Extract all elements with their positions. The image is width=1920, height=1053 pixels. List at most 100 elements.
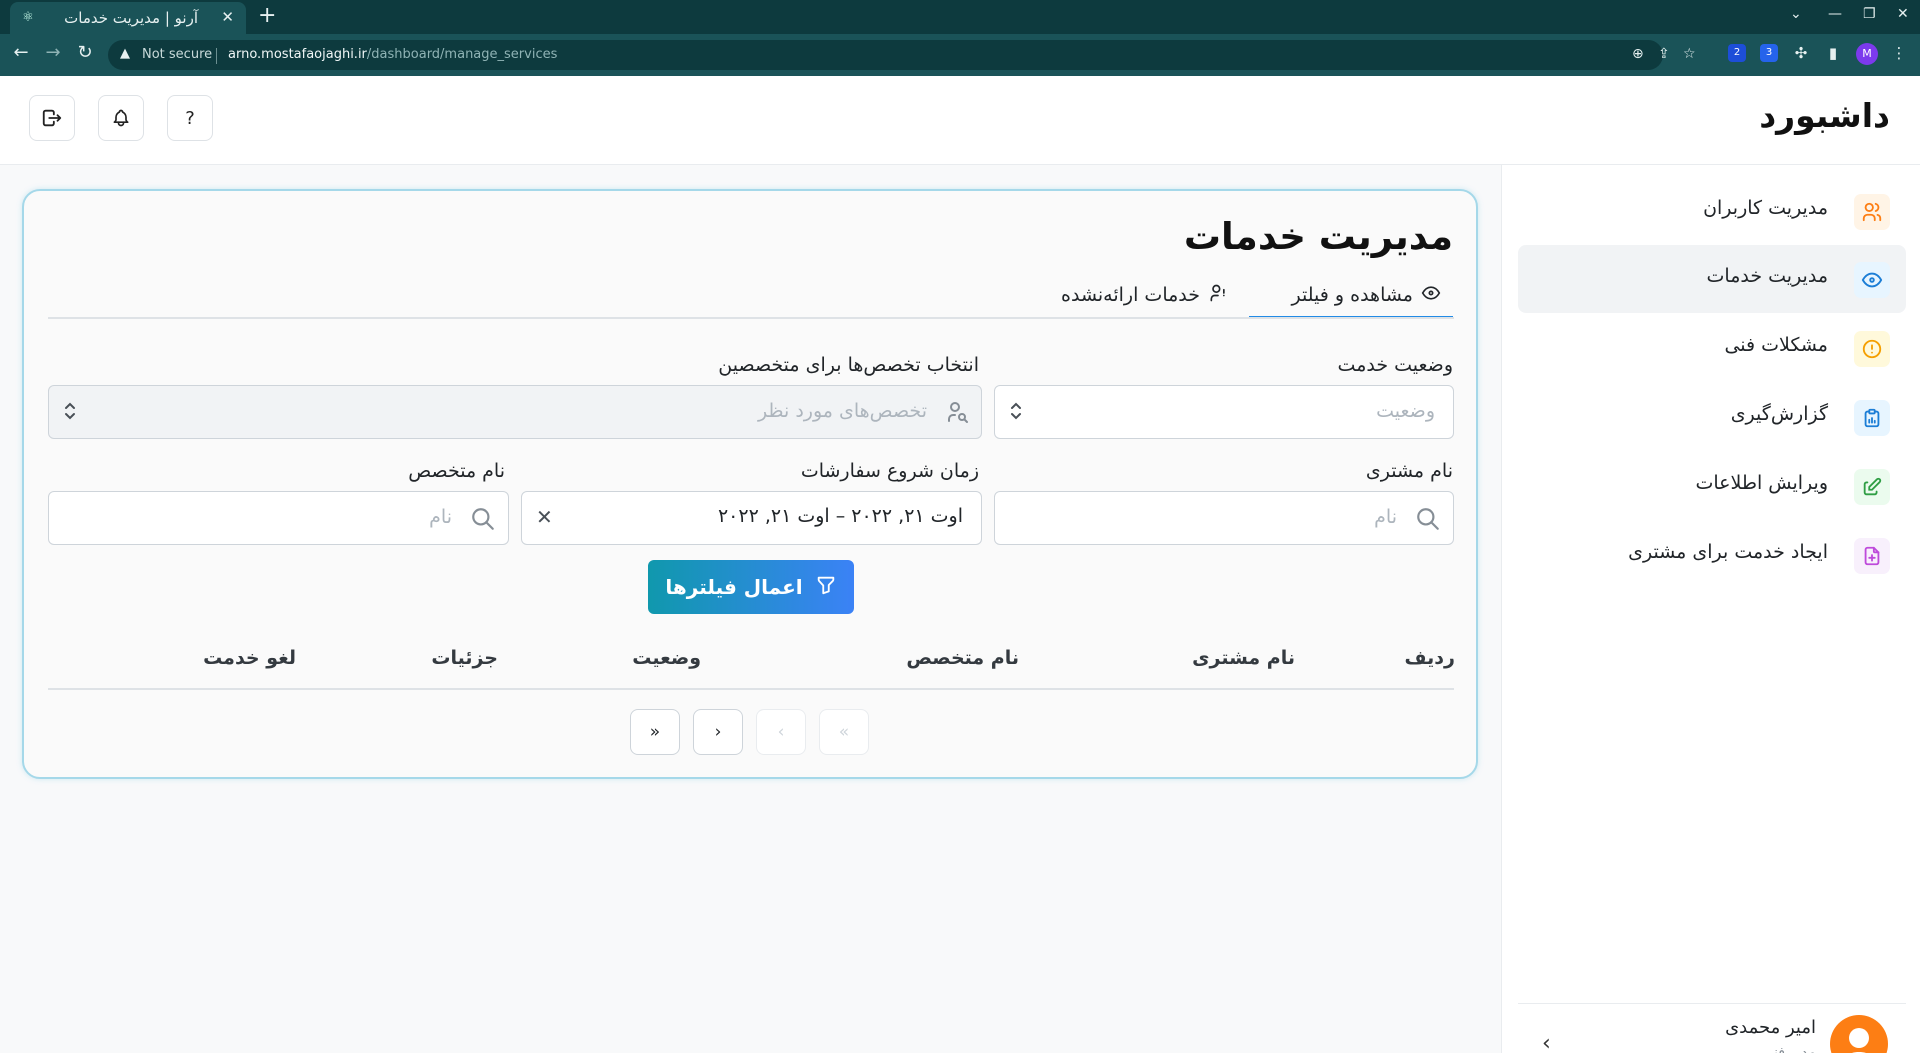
chevron-icon: ‹ bbox=[777, 722, 785, 742]
user-avatar[interactable] bbox=[1830, 1015, 1888, 1053]
url-text: arno.mostafaojaghi.ir/dashboard/manage_s… bbox=[228, 47, 557, 62]
user-off-icon bbox=[1208, 283, 1228, 308]
browser-tab-title: آرنو | مدیریت خدمات bbox=[64, 9, 198, 27]
prev-page-button[interactable]: ‹ bbox=[756, 709, 806, 755]
file-plus-icon bbox=[1854, 538, 1890, 574]
double-chevron-icon: » bbox=[649, 722, 661, 742]
browser-toolbar: ← → ↻ ▲ Not secure arno.mostafaojaghi.ir… bbox=[0, 34, 1920, 76]
question-icon: ? bbox=[185, 107, 195, 129]
tab-label: مشاهده و فیلتر bbox=[1291, 284, 1413, 306]
apply-filters-button[interactable]: اعمال فیلترها bbox=[648, 560, 854, 614]
expert-name-label: نام متخصص bbox=[408, 460, 505, 482]
services-card: مدیریت خدمات مشاهده و فیلتر خدمات ارائه‌… bbox=[22, 189, 1478, 779]
share-icon[interactable]: ⇪ bbox=[1658, 46, 1670, 62]
column-header-customer: نام مشتری bbox=[1192, 647, 1295, 669]
chevron-icon: › bbox=[714, 722, 722, 742]
help-button[interactable]: ? bbox=[167, 95, 213, 141]
tab-label: خدمات ارائه‌نشده bbox=[1061, 284, 1200, 306]
sidebar-item-label: مدیریت خدمات bbox=[1706, 265, 1828, 287]
search-icon bbox=[1415, 506, 1441, 536]
user-name: امیر محمدی bbox=[1725, 1017, 1816, 1038]
sidebar-item-label: گزارش‌گیری bbox=[1730, 403, 1828, 425]
alert-circle-icon bbox=[1854, 331, 1890, 367]
browser-tab[interactable]: ⚛ آرنو | مدیریت خدمات ✕ bbox=[10, 2, 246, 34]
eye-icon bbox=[1854, 262, 1890, 298]
service-status-select[interactable]: وضعیت bbox=[994, 385, 1454, 439]
url-host: arno.mostafaojaghi.ir bbox=[228, 47, 367, 62]
reload-icon[interactable]: ↻ bbox=[73, 42, 97, 64]
customer-name-label: نام مشتری bbox=[1365, 460, 1453, 482]
sidebar-item-services[interactable]: مدیریت خدمات bbox=[1518, 245, 1906, 313]
chevron-left-icon[interactable]: ‹ bbox=[1542, 1031, 1551, 1053]
address-bar[interactable]: ▲ Not secure arno.mostafaojaghi.ir/dashb… bbox=[108, 40, 1696, 70]
first-page-button[interactable]: « bbox=[819, 709, 869, 755]
browser-tab-strip: ⚛ آرنو | مدیریت خدمات ✕ + ⌄ — ❐ ✕ bbox=[0, 0, 1920, 34]
table-header-divider bbox=[48, 688, 1454, 690]
order-start-daterange[interactable]: اوت ۲۱, ۲۰۲۲ – اوت ۲۱, ۲۰۲۲ ✕ bbox=[521, 491, 982, 545]
new-tab-icon[interactable]: + bbox=[258, 4, 276, 28]
minimize-icon[interactable]: — bbox=[1828, 6, 1842, 22]
restore-icon[interactable]: ❐ bbox=[1863, 6, 1876, 22]
zoom-icon[interactable]: ⊕ bbox=[1632, 46, 1644, 62]
column-header-row: ردیف bbox=[1404, 647, 1455, 669]
app-header: داشبورد ? bbox=[0, 76, 1920, 165]
bookmark-star-icon[interactable]: ☆ bbox=[1683, 46, 1696, 62]
customer-name-input[interactable]: نام bbox=[994, 491, 1454, 545]
users-icon bbox=[1854, 194, 1890, 230]
user-search-icon bbox=[945, 400, 969, 428]
column-header-cancel: لغو خدمت bbox=[203, 647, 296, 669]
logout-icon bbox=[42, 109, 62, 127]
order-start-label: زمان شروع سفارشات bbox=[800, 460, 979, 482]
extensions-puzzle-icon[interactable]: ✣ bbox=[1792, 44, 1810, 62]
notifications-button[interactable] bbox=[98, 95, 144, 141]
page-title: مدیریت خدمات bbox=[1183, 215, 1453, 258]
double-chevron-icon: « bbox=[838, 722, 850, 742]
not-secure-label: Not secure bbox=[142, 47, 213, 62]
profile-avatar[interactable]: M bbox=[1856, 43, 1878, 65]
sidebar-item-reports[interactable]: گزارش‌گیری bbox=[1518, 383, 1906, 451]
warning-icon: ▲ bbox=[120, 46, 130, 61]
selector-chevron-icon bbox=[1009, 400, 1023, 426]
forward-icon[interactable]: → bbox=[41, 42, 65, 64]
apply-filters-label: اعمال فیلترها bbox=[665, 575, 803, 599]
selector-chevron-icon bbox=[63, 400, 77, 426]
clear-icon[interactable]: ✕ bbox=[536, 505, 553, 529]
browser-menu-icon[interactable]: ⋮ bbox=[1890, 44, 1908, 62]
app-logo: داشبورد bbox=[1759, 96, 1890, 135]
side-panel-icon[interactable]: ▮ bbox=[1824, 44, 1842, 62]
sidebar: مدیریت کاربران مدیریت خدمات مشکلات فنی گ… bbox=[1501, 165, 1920, 1053]
tabs-divider bbox=[48, 317, 1454, 319]
sidebar-item-create-service[interactable]: ایجاد خدمت برای مشتری bbox=[1518, 521, 1906, 589]
sidebar-item-label: مدیریت کاربران bbox=[1703, 197, 1828, 219]
next-page-button[interactable]: › bbox=[693, 709, 743, 755]
close-window-icon[interactable]: ✕ bbox=[1897, 6, 1909, 22]
tab-view-filter[interactable]: مشاهده و فیلتر bbox=[1249, 275, 1453, 319]
tab-search-icon[interactable]: ⌄ bbox=[1790, 6, 1802, 22]
specialties-select[interactable]: تخصص‌های مورد نظر bbox=[48, 385, 982, 439]
back-icon[interactable]: ← bbox=[9, 42, 33, 64]
last-page-button[interactable]: » bbox=[630, 709, 680, 755]
sidebar-item-edit-profile[interactable]: ویرایش اطلاعات bbox=[1518, 452, 1906, 520]
tab-unprovided-services[interactable]: خدمات ارائه‌نشده bbox=[1036, 275, 1240, 319]
user-silhouette-icon bbox=[1849, 1028, 1869, 1053]
specialties-label: انتخاب تخصص‌ها برای متخصصین bbox=[718, 354, 979, 376]
user-role: مدیر فنی bbox=[1762, 1045, 1816, 1053]
logout-button[interactable] bbox=[29, 95, 75, 141]
extension-translate-icon[interactable]: 3 bbox=[1760, 44, 1778, 62]
sidebar-item-label: ایجاد خدمت برای مشتری bbox=[1628, 541, 1828, 563]
address-separator bbox=[216, 48, 217, 64]
expert-name-input[interactable]: نام bbox=[48, 491, 509, 545]
sidebar-item-users[interactable]: مدیریت کاربران bbox=[1518, 177, 1906, 245]
expert-name-placeholder: نام bbox=[429, 506, 452, 528]
bell-icon bbox=[113, 109, 129, 127]
sidebar-item-technical-issues[interactable]: مشکلات فنی bbox=[1518, 314, 1906, 382]
sidebar-item-label: ویرایش اطلاعات bbox=[1695, 472, 1828, 494]
extension-shield-icon[interactable]: 2 bbox=[1728, 44, 1746, 62]
clipboard-icon bbox=[1854, 400, 1890, 436]
search-icon bbox=[470, 506, 496, 536]
specialties-placeholder: تخصص‌های مورد نظر bbox=[757, 400, 927, 422]
sidebar-item-label: مشکلات فنی bbox=[1724, 334, 1828, 356]
close-tab-icon[interactable]: ✕ bbox=[221, 8, 234, 26]
column-header-status: وضعیت bbox=[632, 647, 701, 669]
service-status-label: وضعیت خدمت bbox=[1337, 354, 1453, 376]
